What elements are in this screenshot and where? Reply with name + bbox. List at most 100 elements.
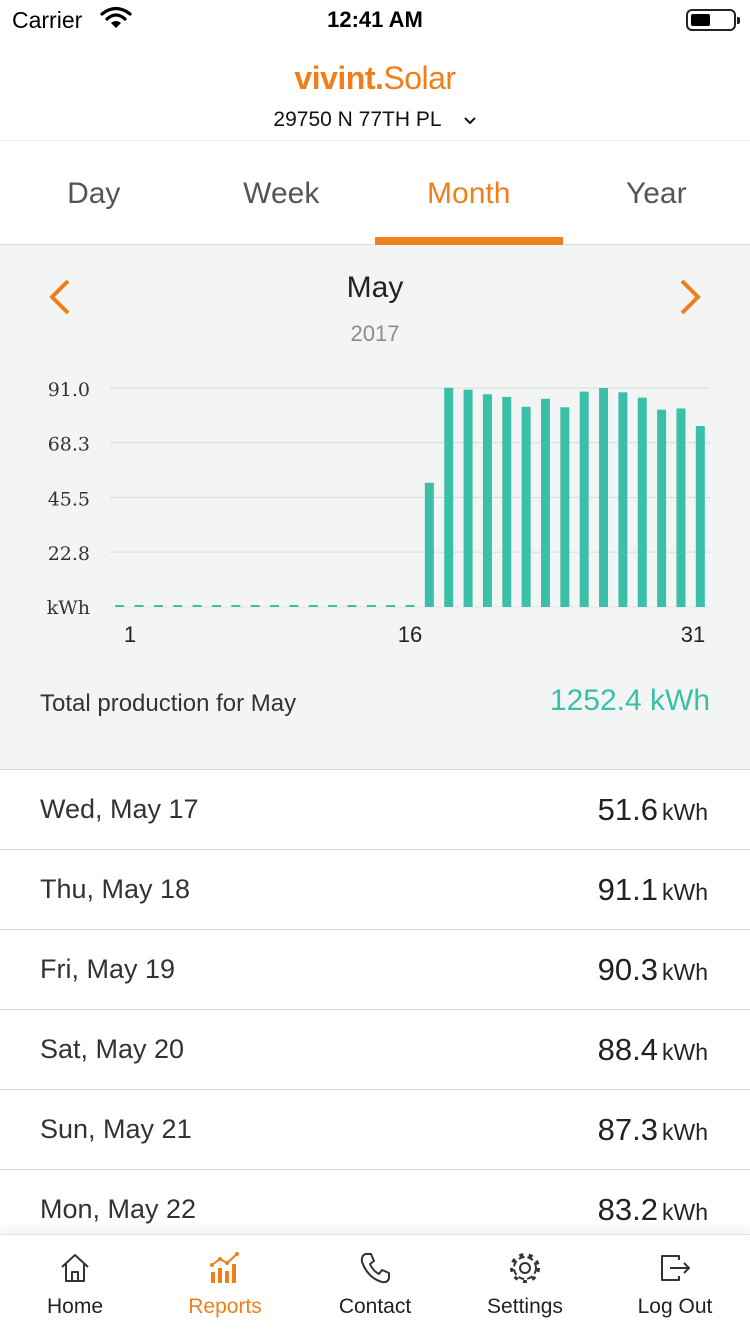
list-item-value: 88.4: [597, 1032, 658, 1067]
chart-bar-zero: [347, 605, 357, 607]
chart-panel: May 2017 91.0 68.3 45.5 22.8 kWh 1 16 31 Total …: [0, 245, 750, 770]
list-item-unit: kWh: [662, 959, 708, 985]
list-item-date: Fri, May 19: [40, 954, 176, 984]
chart-bar-zero: [115, 605, 125, 607]
chart-bar: [637, 397, 647, 607]
nav-label: Home: [46, 1295, 104, 1318]
chart-bar-zero: [328, 605, 338, 607]
nav-logout[interactable]: Log Out: [600, 1235, 750, 1334]
tab-label: Month: [427, 177, 511, 210]
list-item-date: Sat, May 20: [40, 1034, 185, 1064]
chart-bar-zero: [250, 605, 260, 607]
y-tick-label: 91.0: [48, 379, 90, 401]
status-time: 12:41 AM: [327, 7, 423, 32]
list-item-value: 87.3: [597, 1112, 658, 1147]
list-item-unit: kWh: [662, 1119, 708, 1145]
list-item-value: 90.3: [597, 952, 658, 987]
chart-bar: [502, 396, 512, 607]
y-tick-label: 22.8: [48, 543, 90, 565]
chart-bar-zero: [192, 605, 202, 607]
total-production-value: 1252.4 kWh: [549, 684, 710, 717]
tab-day[interactable]: Day: [0, 141, 188, 244]
x-tick-label: 1: [124, 622, 136, 647]
chart-bar-zero: [366, 605, 376, 607]
y-tick-label: 45.5: [48, 489, 90, 511]
site-address: 29750 N 77TH PL: [273, 108, 441, 131]
phone-icon: [357, 1250, 393, 1286]
nav-reports[interactable]: Reports: [150, 1235, 300, 1334]
bottom-nav: Home Reports Contact Settings Log Out: [0, 1234, 750, 1334]
tab-label: Week: [243, 177, 320, 210]
list-item-value: 91.1: [597, 872, 658, 907]
chart-bar: [599, 388, 609, 607]
reports-icon: [207, 1250, 243, 1286]
daily-production-list: Wed, May 17 51.6 kWh Thu, May 18 91.1 kWh …: [0, 770, 750, 1250]
nav-label: Log Out: [637, 1295, 713, 1318]
period-tabs: Day Week Month Year: [0, 140, 750, 245]
x-tick-label: 31: [681, 622, 705, 647]
list-item-value: 83.2: [597, 1192, 658, 1227]
chart-bar: [444, 387, 454, 607]
chart-bar: [695, 426, 705, 607]
list-item-date: Sun, May 21: [40, 1114, 192, 1144]
chart-bar: [579, 391, 589, 607]
battery-icon: [686, 9, 740, 31]
list-item-date: Mon, May 22: [40, 1194, 197, 1224]
chart-bar-zero: [173, 605, 183, 607]
y-axis-label: kWh: [47, 597, 90, 619]
chart-bar-zero: [134, 605, 144, 607]
tab-label: Year: [625, 177, 687, 210]
chart-bar: [540, 398, 550, 607]
chart-bar: [618, 392, 628, 607]
list-item-unit: kWh: [662, 799, 708, 825]
nav-label: Settings: [487, 1295, 563, 1318]
production-chart: 91.0 68.3 45.5 22.8 kWh 1 16 31: [47, 379, 710, 647]
nav-label: Reports: [188, 1295, 262, 1318]
total-production-row: Total production for May 1252.4 kWh: [40, 684, 710, 730]
brand-logo: vivint.Solar: [0, 60, 750, 97]
chart-bar-zero: [153, 605, 163, 607]
status-bar: Carrier 12:41 AM: [0, 0, 750, 40]
chart-bar: [424, 482, 434, 607]
chart-bar: [482, 394, 492, 607]
chart-bar: [521, 406, 531, 607]
list-item-value: 51.6: [597, 792, 658, 827]
chart-bar-zero: [308, 605, 318, 607]
list-item-date: Wed, May 17: [40, 794, 199, 824]
list-item-unit: kWh: [662, 879, 708, 905]
logout-icon: [657, 1250, 693, 1286]
nav-home[interactable]: Home: [0, 1235, 150, 1334]
list-item-unit: kWh: [662, 1199, 708, 1225]
home-icon: [57, 1250, 93, 1286]
chart-bar-zero: [386, 605, 396, 607]
chart-bar: [463, 389, 473, 607]
chart-bar-zero: [405, 605, 415, 607]
chart-bar: [676, 408, 686, 607]
chart-bar-zero: [211, 605, 221, 607]
nav-contact[interactable]: Contact: [300, 1235, 450, 1334]
x-tick-label: 16: [398, 622, 422, 647]
tab-year[interactable]: Year: [563, 141, 750, 244]
gear-icon: [507, 1250, 543, 1286]
nav-label: Contact: [338, 1295, 412, 1318]
list-item[interactable]: Fri, May 19 90.3 kWh: [0, 930, 750, 1010]
tab-month[interactable]: Month: [375, 141, 563, 245]
chart-bar: [560, 407, 570, 607]
list-item[interactable]: Sat, May 20 88.4 kWh: [0, 1010, 750, 1090]
nav-settings[interactable]: Settings: [450, 1235, 600, 1334]
tab-label: Day: [67, 177, 121, 210]
list-item-date: Thu, May 18: [40, 874, 191, 904]
tab-week[interactable]: Week: [188, 141, 376, 244]
chart-bar: [657, 409, 667, 607]
active-tab-indicator: [375, 237, 563, 245]
battery-level: [691, 14, 710, 26]
chart-bar-zero: [270, 605, 280, 607]
list-item[interactable]: Sun, May 21 87.3 kWh: [0, 1090, 750, 1170]
chevron-down-icon: [463, 108, 477, 132]
y-tick-label: 68.3: [48, 434, 90, 456]
list-item-unit: kWh: [662, 1039, 708, 1065]
site-selector[interactable]: 29750 N 77TH PL: [0, 108, 750, 132]
list-item[interactable]: Wed, May 17 51.6 kWh: [0, 770, 750, 850]
chart-bar-zero: [231, 605, 241, 607]
list-item[interactable]: Thu, May 18 91.1 kWh: [0, 850, 750, 930]
